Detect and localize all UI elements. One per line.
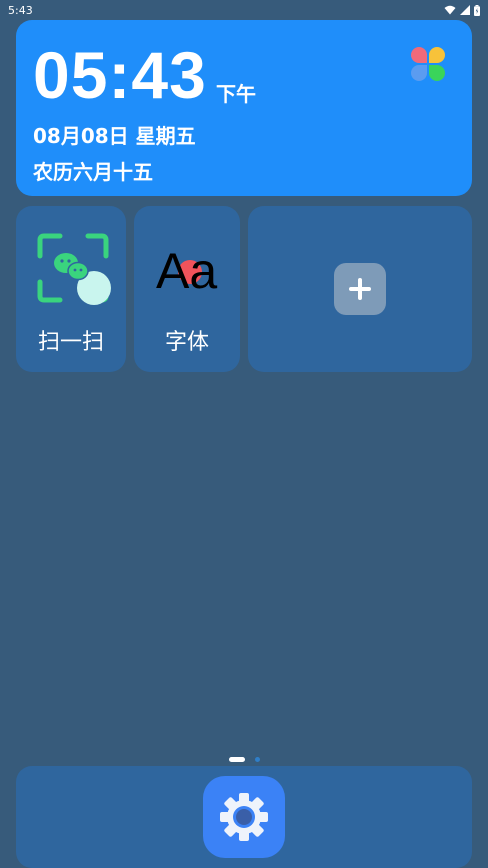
settings-app-button[interactable]: [203, 776, 285, 858]
clock-widget[interactable]: 05:43 下午 08月08日 星期五 农历六月十五: [16, 20, 472, 196]
shortcut-font-label: 字体: [164, 330, 209, 355]
status-bar: 5:43: [0, 0, 488, 20]
battery-icon: [474, 4, 480, 16]
wifi-icon: [444, 5, 456, 15]
flower-app-icon[interactable]: [410, 46, 446, 82]
status-icons: [444, 4, 480, 16]
clock-lunar-date: 农历六月十五: [33, 160, 153, 184]
page-dot[interactable]: [254, 756, 260, 762]
page-indicator: [0, 754, 488, 764]
dock: [16, 766, 472, 868]
clock-date: 08月08日 星期五: [33, 124, 196, 148]
add-shortcut-button[interactable]: [334, 263, 386, 315]
font-aa-text: Aa: [156, 243, 217, 298]
scan-wechat-icon: [37, 233, 111, 305]
shortcut-scan-label: 扫一扫: [37, 330, 104, 355]
page-dot-current[interactable]: [228, 756, 245, 762]
clock-time: 05:43: [33, 38, 207, 112]
add-shortcut-tile[interactable]: [248, 206, 472, 372]
clock-ampm: 下午: [216, 82, 256, 106]
status-time: 5:43: [8, 3, 33, 17]
font-aa-icon: Aa: [156, 243, 217, 298]
shortcut-scan[interactable]: 扫一扫: [16, 206, 126, 372]
plus-icon: [349, 278, 371, 300]
settings-gear-icon: [220, 793, 268, 841]
shortcut-font[interactable]: Aa 字体: [134, 206, 240, 372]
signal-icon: [460, 5, 470, 15]
